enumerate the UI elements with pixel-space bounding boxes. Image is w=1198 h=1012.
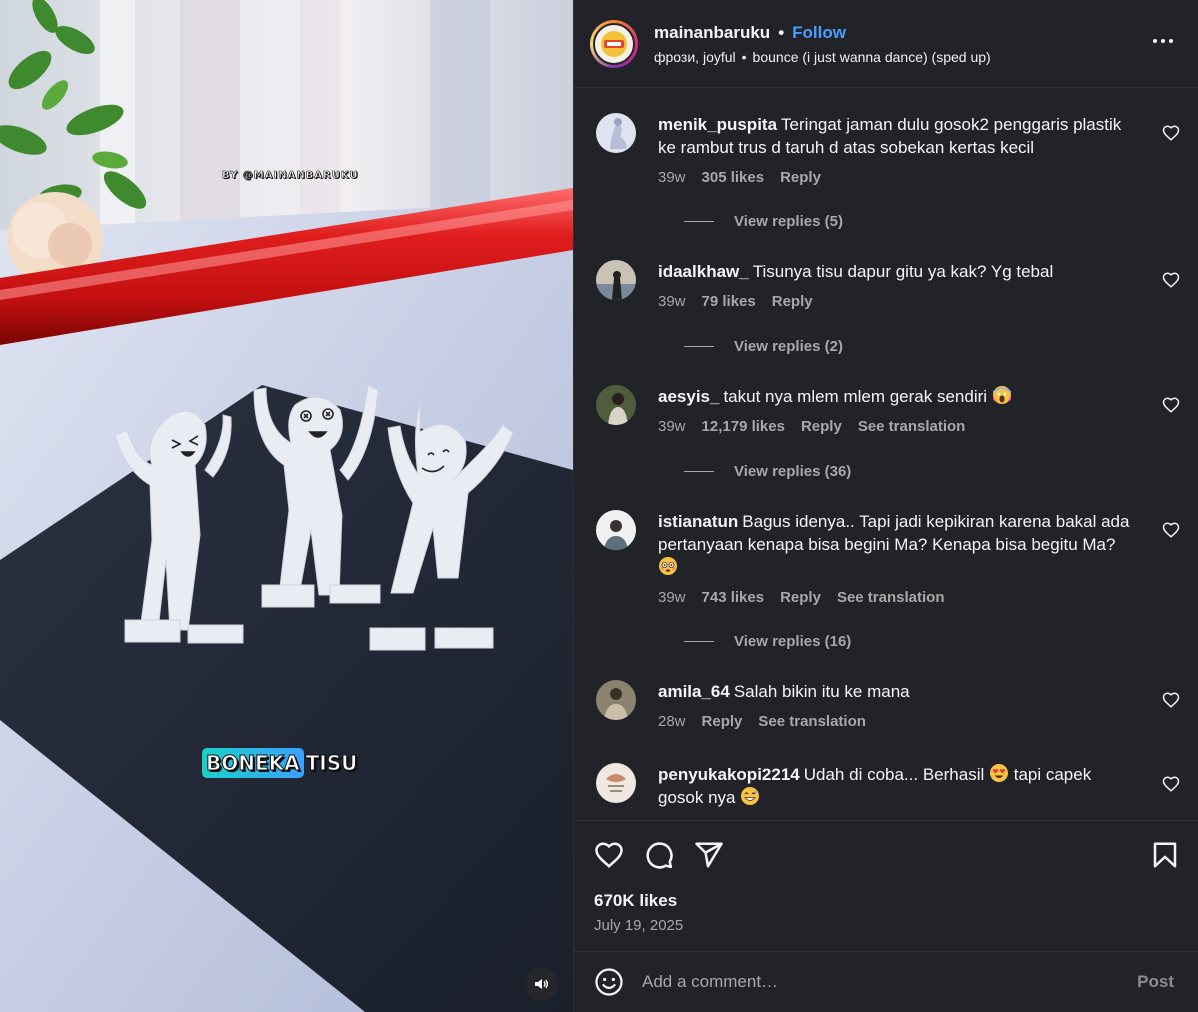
comment-username[interactable]: menik_puspita [658,115,777,134]
comment-age: 39w [658,418,686,435]
audio-track[interactable]: bounce (i just wanna dance) (sped up) [753,49,991,65]
replies-line [684,221,714,222]
comment-heart-icon[interactable] [1162,691,1180,709]
comment-bubble-icon[interactable] [644,840,674,870]
commenter-avatar[interactable] [596,680,636,720]
view-replies-button[interactable]: View replies (5) [684,213,843,230]
comments-list[interactable]: menik_puspita Teringat jaman dulu gosok2 … [574,89,1198,819]
view-replies-label: View replies (2) [734,338,843,355]
comment-likes[interactable]: 305 likes [702,169,765,186]
video-watermark: BY @MAINANBARUKU [222,170,359,182]
comment-username[interactable]: aesyis_ [658,387,719,406]
comment-username[interactable]: penyukakopi2214 [658,765,800,784]
view-replies-button[interactable]: View replies (36) [684,463,851,480]
comment-age: 39w [658,169,686,186]
see-translation-button[interactable]: See translation [837,589,945,606]
view-replies-button[interactable]: View replies (2) [684,338,843,355]
audio-toggle-button[interactable] [524,967,558,1001]
replies-line [684,641,714,642]
comment-text: Salah bikin itu ke mana [733,682,910,701]
video-frame-image [0,0,573,1012]
video-caption: BONEKA TISU [202,748,359,778]
post-comment-button[interactable]: Post [1137,972,1178,992]
more-options-icon[interactable] [1152,30,1174,52]
post-like-count[interactable]: 670K likes [594,891,677,911]
comment-username[interactable]: amila_64 [658,682,730,701]
follow-button[interactable]: Follow [792,23,846,43]
view-replies-label: View replies (16) [734,633,852,650]
like-heart-icon[interactable] [594,840,624,870]
reply-button[interactable]: Reply [702,713,743,730]
comment-likes[interactable]: 79 likes [702,293,756,310]
actions-divider [574,820,1198,821]
comment-likes[interactable]: 12,179 likes [702,418,785,435]
comment-age: 39w [658,293,686,310]
commenter-avatar[interactable] [596,260,636,300]
comment-text: takut nya mlem mlem gerak sendiri [723,387,988,406]
comment-heart-icon[interactable] [1162,396,1180,414]
comment-likes[interactable]: 743 likes [702,589,765,606]
post-side-panel: mainanbaruku • Follow фрози, joyful • bo… [573,0,1198,1012]
speaker-icon [535,979,549,989]
audio-artist[interactable]: фрози, joyful [654,49,736,65]
comment-age: 28w [658,713,686,730]
flushed-emoji-icon [659,557,677,575]
see-translation-button[interactable]: See translation [758,713,866,730]
audio-separator: • [741,48,747,65]
comment-text-part-1: Udah di coba... Berhasil [803,765,985,784]
commenter-avatar[interactable] [596,510,636,550]
comment-heart-icon[interactable] [1162,124,1180,142]
comment-input[interactable] [642,972,1138,992]
post-actions-bar [594,836,1180,876]
emoji-picker-icon[interactable] [594,967,624,997]
reply-button[interactable]: Reply [801,418,842,435]
author-username[interactable]: mainanbaruku [654,23,770,43]
author-avatar[interactable] [590,19,638,68]
brand-logo-icon [601,30,627,57]
comment-username[interactable]: idaalkhaw_ [658,262,749,281]
add-comment-bar: Post [574,952,1198,1012]
bookmark-icon[interactable] [1150,840,1180,870]
reply-button[interactable]: Reply [780,589,821,606]
share-send-icon[interactable] [694,840,724,870]
comment-username[interactable]: istianatun [658,512,738,531]
see-translation-button[interactable]: See translation [858,418,966,435]
view-replies-label: View replies (5) [734,213,843,230]
scream-emoji-icon [992,386,1011,404]
post-video[interactable]: BY @MAINANBARUKU BONEKA TISU [0,0,573,1012]
caption-word-1: BONEKA [202,748,304,778]
audio-attribution[interactable]: фрози, joyful • bounce (i just wanna dan… [654,49,991,65]
replies-line [684,471,714,472]
reply-button[interactable]: Reply [780,169,821,186]
commenter-avatar[interactable] [596,113,636,153]
post-date[interactable]: July 19, 2025 [594,917,683,934]
comment-heart-icon[interactable] [1162,271,1180,289]
view-replies-label: View replies (36) [734,463,852,480]
comment-text: Tisunya tisu dapur gitu ya kak? Yg tebal [752,262,1054,281]
post-viewer: BY @MAINANBARUKU BONEKA TISU mainanbaruk… [0,0,1198,1012]
separator-dot: • [778,22,785,42]
commenter-avatar[interactable] [596,385,636,425]
view-replies-button[interactable]: View replies (16) [684,633,851,650]
reply-button[interactable]: Reply [772,293,813,310]
comment-heart-icon[interactable] [1162,521,1180,539]
caption-word-2: TISU [305,751,358,776]
comment-heart-icon[interactable] [1162,775,1180,793]
replies-line [684,346,714,347]
grin-sweat-emoji-icon [741,787,760,805]
post-header: mainanbaruku • Follow фрози, joyful • bo… [574,0,1198,88]
commenter-avatar[interactable] [596,763,636,803]
heart-eyes-emoji-icon [989,764,1008,782]
comment-age: 39w [658,589,686,606]
